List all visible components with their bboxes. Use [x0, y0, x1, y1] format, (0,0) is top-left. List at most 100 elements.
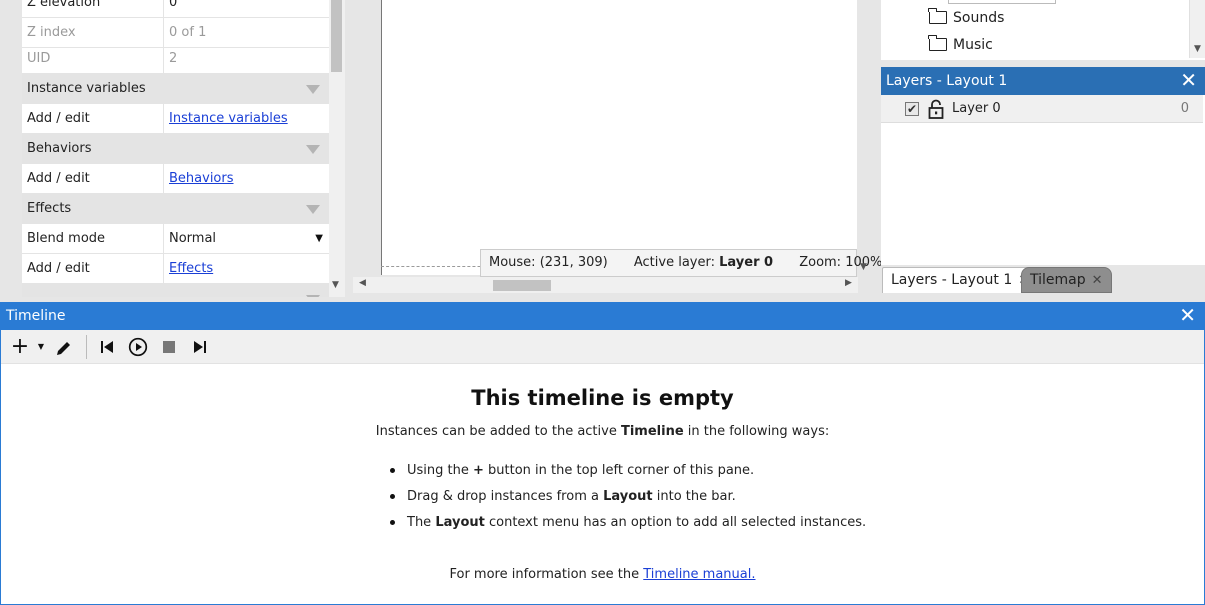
blend-mode-select[interactable]: Normal ▼ [164, 224, 329, 253]
active-layer-label: Active layer: [633, 255, 720, 270]
property-label: Add / edit [22, 164, 164, 193]
list-item: Using the + button in the top left corne… [390, 461, 866, 487]
layout-status-bar: Mouse: (231, 309) Active layer: Layer 0 … [480, 249, 882, 277]
property-label: Add / edit [22, 104, 164, 133]
skip-to-end-icon[interactable] [193, 340, 207, 354]
scroll-down-arrow-icon[interactable]: ▼ [1194, 44, 1201, 54]
intro-bold: Timeline [620, 424, 684, 439]
active-layer-readout: Active layer: Layer 0 [634, 255, 773, 270]
property-label: Add / edit [22, 254, 164, 283]
play-icon[interactable] [128, 337, 148, 357]
list-item: The Layout context menu has an option to… [390, 513, 866, 539]
layout-view: Mouse: (231, 309) Active layer: Layer 0 … [353, 0, 882, 297]
property-label: Z elevation [22, 0, 164, 17]
toolbar-separator [86, 335, 87, 359]
project-tree: Sounds Music ▼ [881, 0, 1205, 60]
section-title: Instance variables [27, 81, 146, 96]
collapse-triangle-icon[interactable] [306, 295, 320, 297]
property-row-blend-mode[interactable]: Blend mode Normal ▼ [22, 224, 329, 254]
section-partial[interactable] [22, 284, 329, 297]
bullet-text-end: into the bar. [652, 489, 736, 504]
section-behaviors[interactable]: Behaviors [22, 134, 329, 164]
mouse-position: Mouse: (231, 309) [489, 255, 608, 270]
bullet-bold: Layout [435, 515, 485, 530]
layers-title-bar: Layers - Layout 1 ✕ [881, 67, 1205, 95]
collapse-triangle-icon[interactable] [306, 145, 320, 154]
tree-folder-sounds[interactable]: Sounds [928, 6, 1005, 30]
tree-folder-music[interactable]: Music [928, 33, 993, 57]
project-scrollbar[interactable]: ▼ [1189, 0, 1205, 58]
timeline-title: Timeline [6, 308, 66, 324]
property-label: UID [22, 44, 164, 73]
list-item: Drag & drop instances from a Layout into… [390, 487, 866, 513]
bullet-text-end: button in the top left corner of this pa… [483, 463, 755, 478]
property-row-behaviors: Add / edit Behaviors [22, 164, 329, 194]
layer-row[interactable]: ✔ Layer 0 0 [881, 95, 1203, 123]
instructions-list: Using the + button in the top left corne… [390, 461, 866, 539]
layer-visible-checkbox[interactable]: ✔ [905, 102, 919, 116]
zoom-level: Zoom: 100% [799, 255, 883, 270]
bullet-text-end: context menu has an option to add all se… [484, 515, 867, 530]
layer-name: Layer 0 [952, 101, 1001, 116]
scrollbar-thumb[interactable] [493, 280, 551, 291]
layers-tab-bar: Layers - Layout 1✕ Tilemap ✕ [881, 265, 1205, 297]
property-row-uid: UID 2 [22, 44, 329, 74]
scroll-right-arrow-icon[interactable]: ▶ [845, 278, 852, 288]
timeline-pane: Timeline ✕ + ▼ This timeline is empty In… [0, 302, 1205, 605]
layers-title: Layers - Layout 1 [886, 73, 1008, 89]
edit-pencil-icon[interactable] [55, 339, 73, 357]
tab-layers-layout-1[interactable]: Layers - Layout 1✕ [882, 267, 1039, 293]
intro-text: Instances can be added to the active [375, 424, 621, 439]
property-value[interactable]: 0 [164, 0, 329, 17]
folder-label: Music [953, 37, 993, 53]
bullet-bold: Layout [603, 489, 653, 504]
section-instance-variables[interactable]: Instance variables [22, 74, 329, 104]
blend-mode-value: Normal [169, 231, 217, 246]
folder-label: Sounds [953, 10, 1005, 26]
collapse-triangle-icon[interactable] [306, 205, 320, 214]
add-dropdown-arrow-icon[interactable]: ▼ [35, 330, 47, 364]
tab-tilemap[interactable]: Tilemap ✕ [1021, 267, 1112, 293]
intro-text-end: in the following ways: [683, 424, 830, 439]
timeline-toolbar: + ▼ [1, 330, 1204, 364]
close-icon[interactable]: ✕ [1179, 302, 1196, 329]
property-row-instance-variables: Add / edit Instance variables [22, 104, 329, 134]
layers-pane: Layers - Layout 1 ✕ ✔ Layer 0 0 Layers -… [881, 67, 1205, 297]
property-row-z-elevation[interactable]: Z elevation 0 [22, 0, 329, 18]
folder-icon [928, 35, 947, 51]
behaviors-link[interactable]: Behaviors [169, 171, 234, 186]
instance-variables-link[interactable]: Instance variables [169, 111, 288, 126]
close-tab-icon[interactable]: ✕ [1092, 273, 1103, 288]
scroll-down-arrow-icon[interactable]: ▼ [860, 262, 867, 272]
unlock-icon[interactable] [928, 99, 944, 119]
property-value: 0 of 1 [169, 25, 207, 40]
section-effects[interactable]: Effects [22, 194, 329, 224]
properties-list: Z elevation 0 Z index 0 of 1 UID 2 Insta… [22, 0, 329, 297]
add-icon[interactable]: + [9, 330, 31, 364]
more-info: For more information see the Timeline ma… [1, 567, 1204, 582]
timeline-manual-link[interactable]: Timeline manual. [643, 567, 755, 582]
property-row-effects: Add / edit Effects [22, 254, 329, 284]
close-icon[interactable]: ✕ [1180, 67, 1197, 94]
scroll-down-arrow-icon[interactable]: ▼ [332, 280, 339, 290]
folder-icon [928, 8, 947, 24]
skip-to-start-icon[interactable] [100, 340, 114, 354]
more-info-text: For more information see the [449, 567, 644, 582]
layout-horizontal-scrollbar[interactable]: ◀ ▶ [353, 277, 858, 293]
bullet-text: Drag & drop instances from a [407, 489, 604, 504]
property-label: Blend mode [22, 224, 164, 253]
dropdown-arrow-icon[interactable]: ▼ [315, 224, 323, 253]
active-layer-value: Layer 0 [719, 255, 774, 270]
section-title: Effects [27, 201, 72, 216]
effects-link[interactable]: Effects [169, 261, 213, 276]
scroll-left-arrow-icon[interactable]: ◀ [359, 278, 366, 288]
tree-item-partial[interactable] [948, 0, 1056, 4]
bullet-text: Using the [407, 463, 473, 478]
properties-pane: Z elevation 0 Z index 0 of 1 UID 2 Insta… [0, 0, 345, 297]
properties-scrollbar[interactable]: ▼ [329, 0, 345, 297]
stop-icon[interactable] [163, 341, 175, 353]
collapse-triangle-icon[interactable] [306, 85, 320, 94]
empty-heading: This timeline is empty [471, 386, 734, 410]
layout-canvas[interactable] [381, 0, 857, 275]
scrollbar-thumb[interactable] [331, 0, 342, 72]
